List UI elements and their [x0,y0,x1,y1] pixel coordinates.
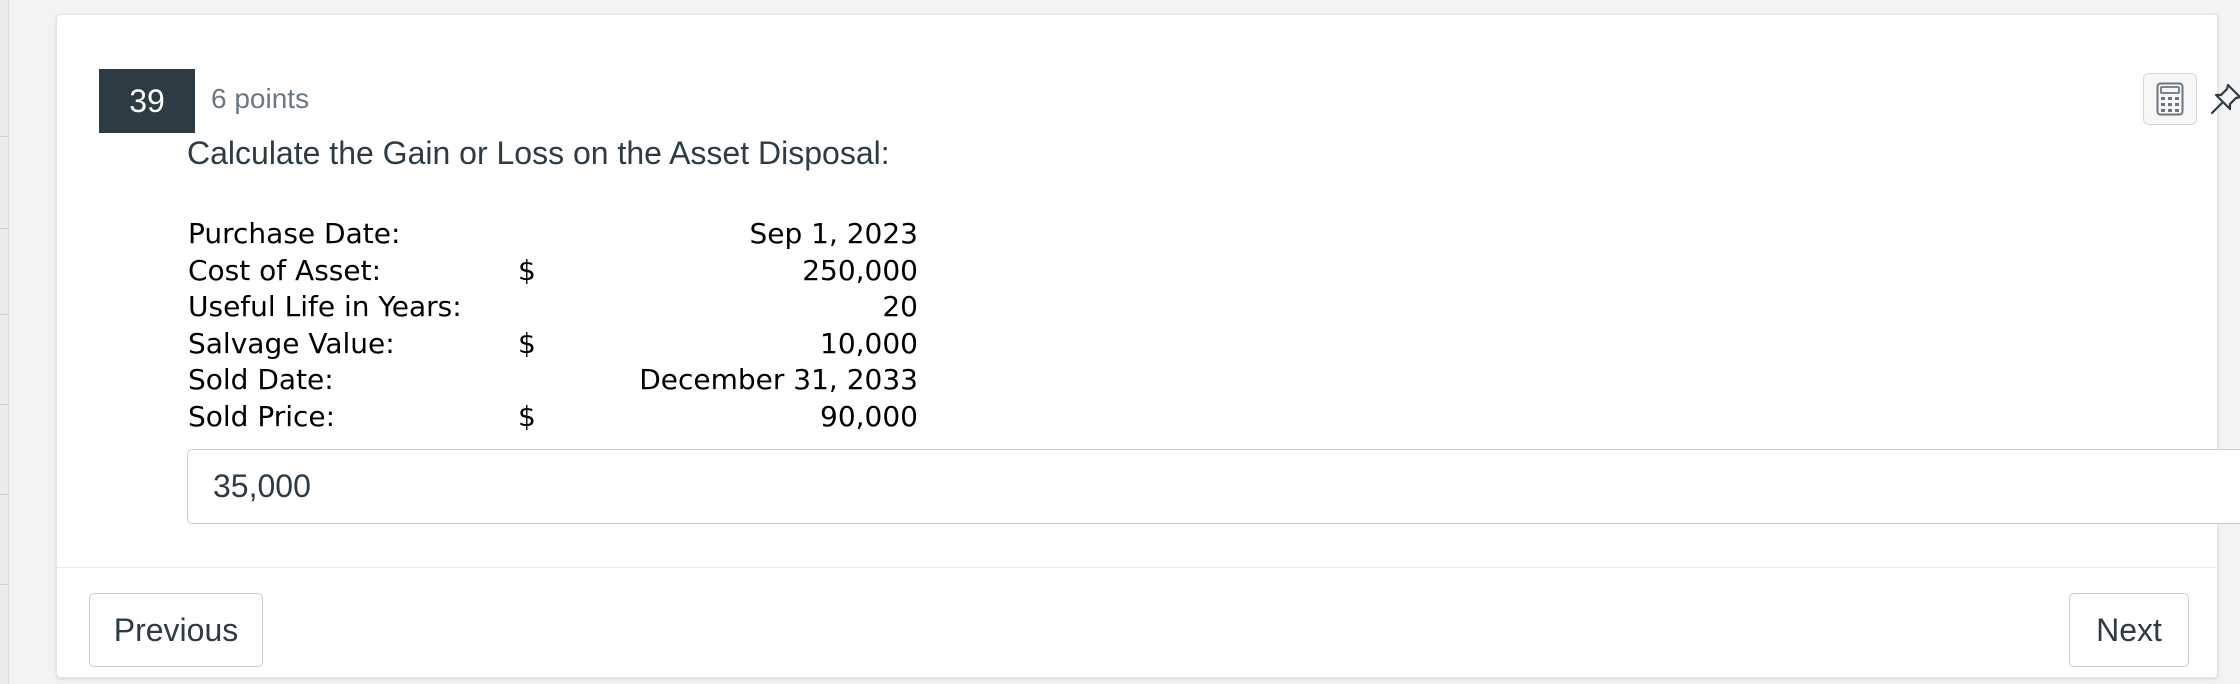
detail-symbol [518,289,608,326]
rail-divider [0,584,8,585]
pin-button[interactable] [2199,73,2240,125]
question-number: 39 [129,82,165,119]
footer-divider [57,567,2217,568]
detail-symbol: $ [518,399,536,433]
calculator-button[interactable] [2143,73,2197,125]
rail-divider [0,494,8,495]
next-button[interactable]: Next [2069,593,2189,667]
detail-label: Sold Price: [188,399,336,433]
table-row: Purchase Date: Sep 1, 2023 [188,216,918,253]
detail-symbol: $ [518,253,536,287]
detail-symbol [518,362,608,399]
question-points: 6 points [211,83,310,114]
table-row: Salvage Value: $ 10,000 [188,326,918,363]
rail-divider [0,314,8,315]
pin-icon [2210,83,2240,115]
table-row: Sold Price: $ 90,000 [188,399,918,436]
detail-value: December 31, 2033 [639,363,918,397]
detail-label: Cost of Asset: [188,253,382,287]
detail-value: Sep 1, 2023 [749,217,918,250]
question-card: 39 6 points Calculate the Gain or Loss o… [56,14,2240,678]
detail-symbol: $ [518,326,536,360]
calculator-icon [2156,82,2184,116]
detail-label: Sold Date: [188,363,334,397]
table-row: Cost of Asset: $ 250,000 [188,253,918,290]
table-row: Useful Life in Years: 20 [188,289,918,326]
detail-value: 20 [882,290,918,324]
detail-label: Salvage Value: [188,326,395,360]
rail-divider [0,404,8,405]
detail-value: 250,000 [802,253,918,287]
question-number-badge: 39 [99,69,195,133]
detail-value: 90,000 [820,399,918,433]
asset-details-table: Purchase Date: Sep 1, 2023 Cost of Asset… [188,216,918,436]
rail-divider [0,136,8,137]
question-prompt: Calculate the Gain or Loss on the Asset … [187,135,890,171]
table-row: Sold Date: December 31, 2033 [188,362,918,399]
left-rail [0,0,9,684]
detail-value: 10,000 [820,326,918,360]
detail-label: Useful Life in Years: [188,290,462,324]
previous-button[interactable]: Previous [89,593,263,667]
detail-symbol [518,216,608,253]
rail-divider [0,228,8,229]
answer-input[interactable]: 35,000 [187,449,2240,524]
detail-label: Purchase Date: [188,217,401,250]
